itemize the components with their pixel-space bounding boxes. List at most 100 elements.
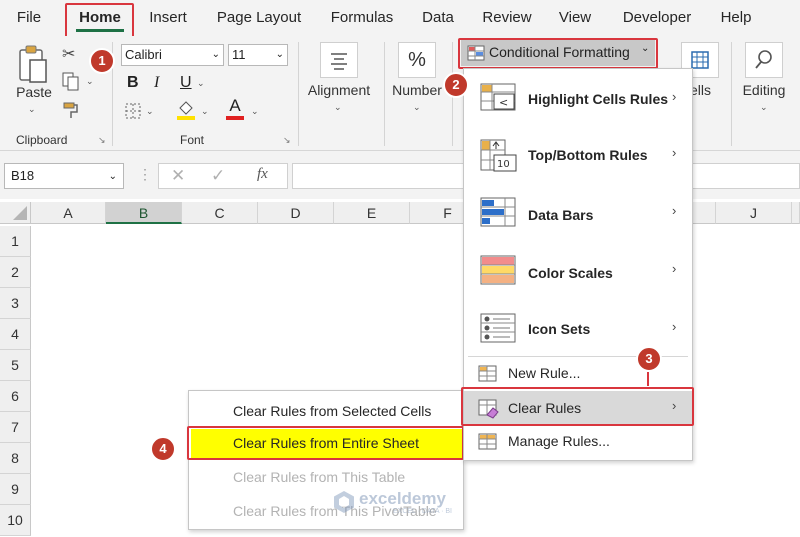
font-size-box[interactable]: 11 ⌄: [228, 44, 288, 66]
clear-selected-cells-item[interactable]: Clear Rules from Selected Cells: [189, 395, 463, 427]
group-divider: [298, 42, 299, 146]
cut-icon[interactable]: ✂: [62, 44, 80, 64]
format-painter-icon[interactable]: [62, 100, 80, 120]
column-header-a[interactable]: A: [31, 202, 106, 224]
row-header-8[interactable]: 8: [0, 443, 31, 474]
align-center-icon: [331, 53, 347, 70]
tab-developer[interactable]: Developer: [610, 0, 704, 36]
row-header-10[interactable]: 10: [0, 505, 31, 536]
manage-rules-item[interactable]: Manage Rules...: [464, 427, 692, 457]
highlight-cells-icon: <: [480, 83, 516, 111]
step-3-pointer: [647, 372, 649, 386]
manage-rules-icon: [478, 433, 497, 450]
alignment-button[interactable]: [320, 42, 358, 78]
borders-icon[interactable]: [124, 102, 142, 120]
chevron-down-icon: ⌄: [108, 171, 117, 182]
bold-button[interactable]: B: [127, 74, 139, 92]
row-header-3[interactable]: 3: [0, 288, 31, 319]
italic-button[interactable]: I: [154, 74, 159, 92]
dialog-launcher-icon[interactable]: ↘: [283, 135, 291, 146]
row-header-4[interactable]: 4: [0, 319, 31, 350]
step-4-badge: 4: [150, 436, 176, 462]
column-header-j[interactable]: J: [716, 202, 792, 224]
editing-button[interactable]: [745, 42, 783, 78]
tab-review[interactable]: Review: [474, 0, 540, 36]
chevron-down-icon: ⌄: [28, 104, 36, 114]
cells-label: ells: [690, 82, 712, 98]
top-bottom-rules-item[interactable]: 10 Top/Bottom Rules ›: [464, 129, 692, 183]
chevron-down-icon[interactable]: ⌄: [146, 106, 154, 117]
number-label: Number: [392, 82, 442, 98]
row-header-6[interactable]: 6: [0, 381, 31, 412]
column-header-c[interactable]: C: [182, 202, 258, 224]
row-header-2[interactable]: 2: [0, 257, 31, 288]
icon-sets-icon: [480, 313, 516, 343]
row-header-5[interactable]: 5: [0, 350, 31, 381]
drag-handle-icon[interactable]: ⋮: [138, 166, 153, 183]
search-icon: [755, 50, 772, 69]
chevron-down-icon: ⌄: [413, 102, 421, 112]
step-2-badge: 2: [443, 72, 469, 98]
menu-item-label: Clear Rules from This Table: [233, 469, 406, 485]
chevron-right-icon: ›: [672, 145, 677, 160]
chevron-down-icon[interactable]: ⌄: [251, 106, 259, 117]
menu-item-label: Clear Rules from Selected Cells: [233, 403, 432, 419]
font-color-icon[interactable]: A: [225, 96, 245, 122]
copy-icon[interactable]: [62, 72, 80, 92]
menu-item-label: Color Scales: [528, 265, 613, 281]
chevron-down-icon[interactable]: ⌄: [197, 78, 205, 89]
chevron-down-icon: ⌄: [334, 102, 342, 112]
editing-label: Editing: [742, 82, 786, 98]
tab-formulas[interactable]: Formulas: [322, 0, 402, 36]
tab-help[interactable]: Help: [714, 0, 758, 36]
name-box-value: B18: [11, 168, 35, 183]
chevron-down-icon: ⌄: [275, 49, 284, 60]
chevron-down-icon: ⌄: [760, 102, 768, 112]
row-header-9[interactable]: 9: [0, 474, 31, 505]
step-1-badge: 1: [89, 48, 115, 74]
column-header-b[interactable]: B: [106, 202, 182, 224]
data-bars-item[interactable]: Data Bars ›: [464, 187, 692, 241]
highlight-cells-rules-item[interactable]: < Highlight Cells Rules ›: [464, 73, 692, 125]
tab-page-layout[interactable]: Page Layout: [208, 0, 310, 36]
top-bottom-icon-text: 10: [497, 159, 510, 170]
top-bottom-icon: 10: [480, 139, 517, 172]
font-group-label: Font: [180, 133, 205, 147]
tab-data[interactable]: Data: [414, 0, 462, 36]
menu-item-label: Top/Bottom Rules: [528, 147, 648, 163]
row-header-1[interactable]: 1: [0, 226, 31, 257]
cancel-icon[interactable]: ✕: [171, 166, 185, 186]
column-header-d[interactable]: D: [258, 202, 334, 224]
data-bars-icon: [480, 197, 516, 227]
color-scales-item[interactable]: Color Scales ›: [464, 245, 692, 299]
percent-icon: %: [408, 49, 426, 71]
dialog-launcher-icon[interactable]: ↘: [98, 135, 106, 146]
step-4-highlight: [187, 426, 464, 460]
font-name-box[interactable]: Calibri ⌄: [121, 44, 224, 66]
chevron-right-icon: ›: [672, 89, 677, 104]
tab-view[interactable]: View: [552, 0, 598, 36]
chevron-down-icon[interactable]: ⌄: [201, 106, 209, 117]
number-button[interactable]: %: [398, 42, 436, 78]
fill-color-icon[interactable]: [176, 98, 196, 122]
tab-file[interactable]: File: [4, 0, 54, 36]
name-box[interactable]: B18 ⌄: [4, 163, 124, 189]
paste-button[interactable]: [14, 44, 52, 86]
tab-insert[interactable]: Insert: [140, 0, 196, 36]
chevron-down-icon[interactable]: ⌄: [86, 76, 94, 87]
menu-item-label: Highlight Cells Rules: [528, 91, 669, 107]
new-rule-icon: [478, 365, 497, 382]
select-all-corner[interactable]: [0, 202, 31, 224]
step-3-badge: 3: [636, 346, 662, 372]
row-header-7[interactable]: 7: [0, 412, 31, 443]
menu-item-label: Manage Rules...: [508, 433, 610, 449]
insert-function-button[interactable]: fx: [257, 166, 268, 183]
menu-item-label: Icon Sets: [528, 321, 591, 337]
formula-buttons: ✕ ✓ fx: [158, 163, 288, 189]
icon-sets-item[interactable]: Icon Sets ›: [464, 303, 692, 355]
column-header-e[interactable]: E: [334, 202, 410, 224]
underline-button[interactable]: U: [180, 74, 192, 92]
enter-icon[interactable]: ✓: [211, 166, 225, 186]
step-2-highlight: [458, 38, 658, 69]
column-header-k: [792, 202, 800, 224]
